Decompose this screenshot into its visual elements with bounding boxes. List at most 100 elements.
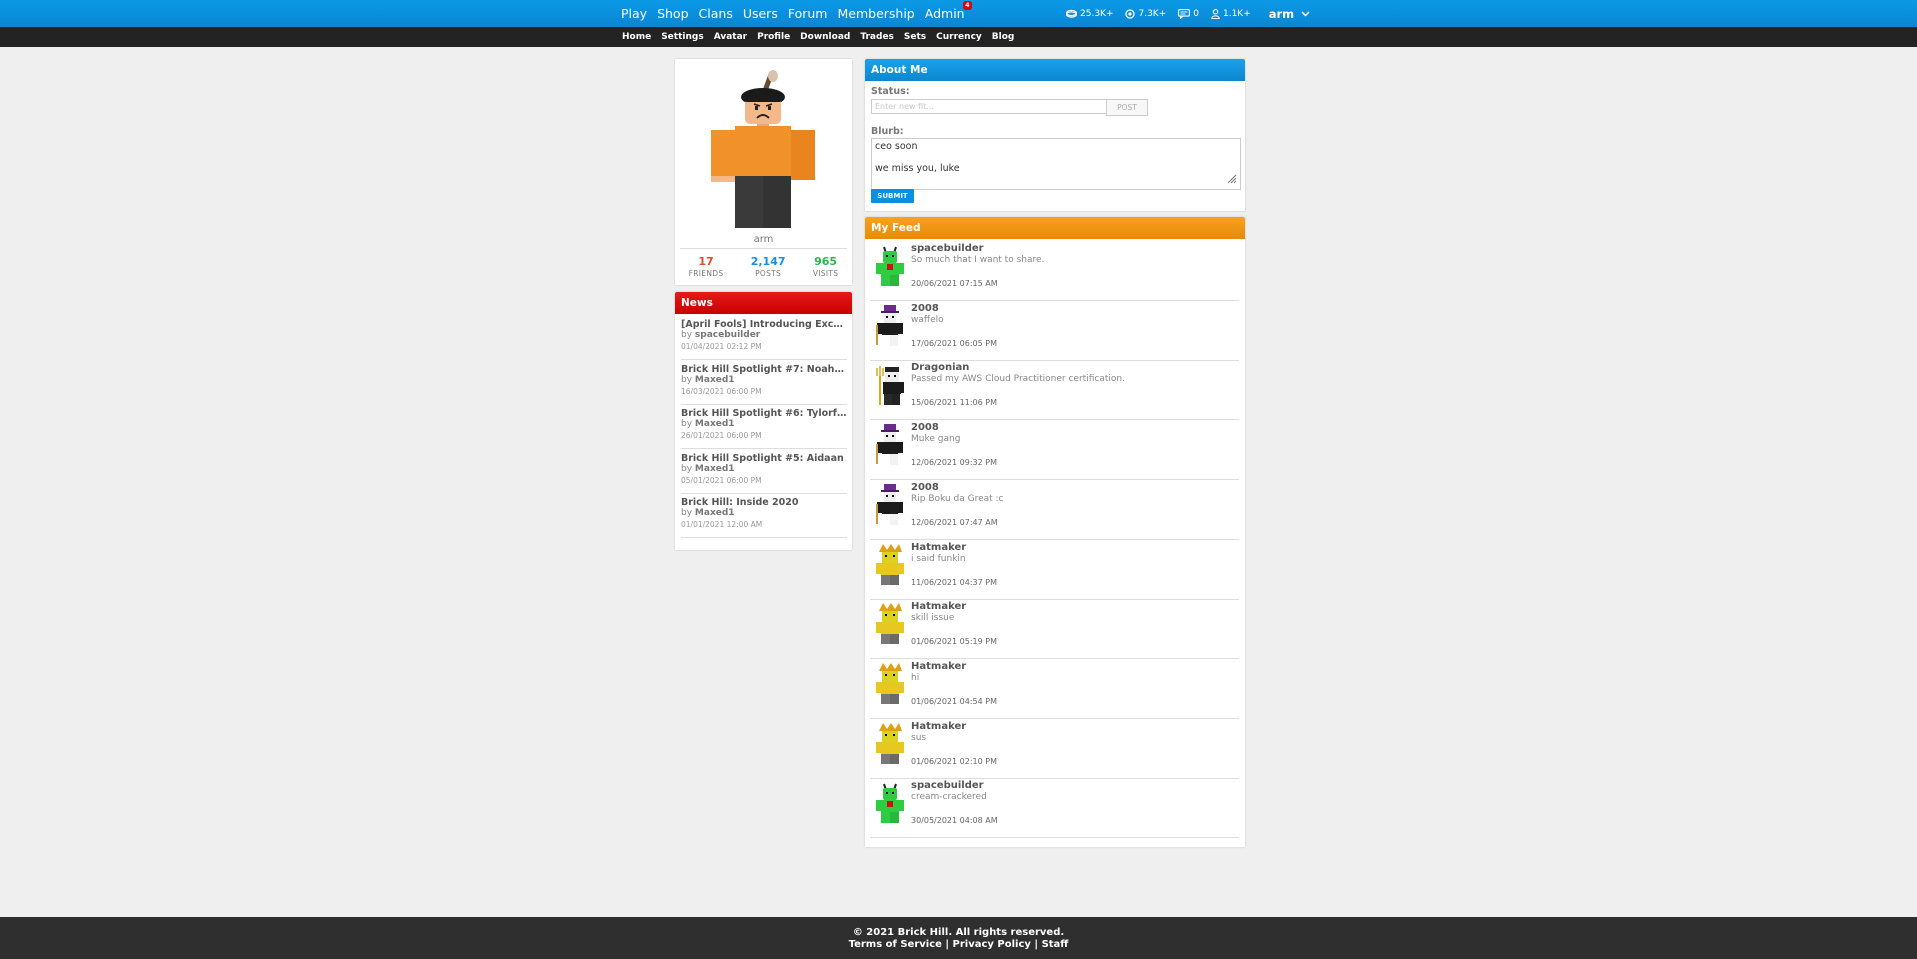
- feed-message: hi: [911, 672, 920, 683]
- posts-label: POSTS: [755, 269, 782, 278]
- feed-avatar[interactable]: [875, 483, 905, 526]
- terms-link[interactable]: Terms of Service: [849, 939, 942, 950]
- post-status-button[interactable]: POST: [1106, 99, 1148, 116]
- news-author[interactable]: Maxed1: [695, 419, 735, 429]
- feed-username[interactable]: Hatmaker: [911, 601, 966, 612]
- staff-link[interactable]: Staff: [1042, 939, 1069, 950]
- bits-count: 7.3K+: [1138, 8, 1167, 19]
- feed-date: 30/05/2021 04:08 AM: [911, 816, 998, 826]
- profile-stats: 17 FRIENDS 2,147 POSTS 965 VISITS: [675, 255, 852, 278]
- my-feed-header: My Feed: [865, 217, 1245, 239]
- status-input[interactable]: [871, 99, 1115, 114]
- news-item[interactable]: Brick Hill Spotlight #5: Aidaan by Maxed…: [681, 449, 847, 494]
- subnav-blog[interactable]: Blog: [992, 32, 1015, 42]
- friends-stat[interactable]: 17 FRIENDS: [689, 255, 724, 278]
- blurb-textarea[interactable]: ceo soon we miss you, luke: [871, 138, 1241, 190]
- profile-card: arm 17 FRIENDS 2,147 POSTS 965 VISITS: [675, 59, 852, 285]
- feed-username[interactable]: 2008: [911, 422, 939, 433]
- divider: [680, 248, 847, 249]
- feed-username[interactable]: Hatmaker: [911, 542, 966, 553]
- messages-stat[interactable]: 0: [1178, 9, 1199, 19]
- news-byline: by Maxed1: [681, 464, 847, 475]
- news-author[interactable]: Maxed1: [695, 464, 735, 474]
- resize-handle-icon[interactable]: [1225, 172, 1237, 184]
- footer-separator: |: [945, 939, 950, 950]
- visits-count: 965: [814, 255, 838, 268]
- about-me-header: About Me: [865, 59, 1245, 81]
- feed-username[interactable]: Dragonian: [911, 362, 969, 373]
- header-stats: 25.3K+ 7.3K+ 0 1.1K+ arm: [1066, 0, 1310, 27]
- bits-stat[interactable]: 7.3K+: [1125, 9, 1166, 19]
- subnav-home[interactable]: Home: [622, 32, 651, 42]
- nav-clans[interactable]: Clans: [699, 6, 733, 21]
- news-title[interactable]: [April Fools] Introducing Excellence: [681, 319, 847, 330]
- feed-item: Hatmaker hi 01/06/2021 04:54 PM: [870, 660, 1239, 719]
- sub-nav: Home Settings Avatar Profile Download Tr…: [622, 27, 1024, 47]
- feed-username[interactable]: spacebuilder: [911, 243, 984, 254]
- subnav-profile[interactable]: Profile: [757, 32, 790, 42]
- friend-requests-stat[interactable]: 1.1K+: [1211, 9, 1251, 19]
- subnav-currency[interactable]: Currency: [936, 32, 982, 42]
- friends-label: FRIENDS: [688, 269, 724, 278]
- friends-count: 17: [698, 255, 714, 268]
- feed-date: 15/06/2021 11:06 PM: [911, 398, 997, 408]
- profile-avatar[interactable]: [705, 64, 822, 234]
- feed-avatar[interactable]: [875, 662, 905, 705]
- nav-membership[interactable]: Membership: [837, 6, 914, 21]
- news-item[interactable]: Brick Hill Spotlight #7: Noah Co by Maxe…: [681, 360, 847, 405]
- news-title[interactable]: Brick Hill Spotlight #5: Aidaan: [681, 453, 847, 464]
- news-item[interactable]: Brick Hill: Inside 2020 by Maxed1 01/01/…: [681, 493, 847, 538]
- news-author[interactable]: Maxed1: [695, 508, 735, 518]
- my-feed-card: My Feed spacebuilder So much that I want …: [865, 217, 1245, 847]
- feed-date: 11/06/2021 04:37 PM: [911, 577, 997, 587]
- news-author[interactable]: Maxed1: [695, 375, 735, 385]
- feed-username[interactable]: spacebuilder: [911, 780, 984, 791]
- news-by-label: by: [681, 419, 693, 429]
- nav-play[interactable]: Play: [621, 6, 647, 21]
- about-me-card: About Me Status: POST Blurb: ceo soon we…: [865, 59, 1245, 211]
- feed-message: Muke gang: [911, 434, 961, 445]
- subnav-download[interactable]: Download: [800, 32, 850, 42]
- user-menu[interactable]: arm: [1269, 7, 1310, 21]
- news-title[interactable]: Brick Hill: Inside 2020: [681, 497, 847, 508]
- feed-date: 01/06/2021 04:54 PM: [911, 696, 997, 706]
- subnav-trades[interactable]: Trades: [860, 32, 894, 42]
- feed-avatar[interactable]: [875, 424, 905, 466]
- admin-notification-badge: 4: [963, 1, 972, 10]
- feed-avatar[interactable]: [875, 304, 905, 347]
- feed-avatar[interactable]: [875, 364, 905, 406]
- feed-avatar[interactable]: [875, 543, 905, 586]
- feed-username[interactable]: 2008: [911, 482, 939, 493]
- bucks-stat[interactable]: 25.3K+: [1066, 9, 1113, 19]
- news-item[interactable]: Brick Hill Spotlight #6: Tylorfoo by Max…: [681, 404, 847, 449]
- visits-label: VISITS: [812, 269, 839, 278]
- posts-stat[interactable]: 2,147 POSTS: [751, 255, 786, 278]
- subnav-settings[interactable]: Settings: [661, 32, 703, 42]
- privacy-link[interactable]: Privacy Policy: [953, 939, 1031, 950]
- feed-message: skill issue: [911, 613, 955, 624]
- nav-forum[interactable]: Forum: [788, 6, 828, 21]
- submit-blurb-button[interactable]: SUBMIT: [871, 189, 914, 203]
- nav-admin[interactable]: Admin 4: [925, 1, 972, 21]
- news-title[interactable]: Brick Hill Spotlight #7: Noah Co: [681, 364, 847, 375]
- news-title[interactable]: Brick Hill Spotlight #6: Tylorfoo: [681, 408, 847, 419]
- subnav-avatar[interactable]: Avatar: [714, 32, 747, 42]
- feed-item: spacebuilder cream-crackered 30/05/2021 04…: [870, 779, 1239, 839]
- feed-message: cream-crackered: [911, 792, 987, 803]
- feed-avatar[interactable]: [875, 245, 905, 287]
- nav-shop[interactable]: Shop: [657, 6, 688, 21]
- news-author[interactable]: spacebuilder: [695, 330, 760, 340]
- feed-message: waffelo: [911, 314, 944, 325]
- feed-username[interactable]: 2008: [911, 303, 939, 314]
- feed-avatar[interactable]: [875, 722, 905, 765]
- feed-avatar[interactable]: [875, 782, 905, 824]
- user-icon: [1211, 8, 1220, 19]
- messages-icon: [1178, 8, 1191, 19]
- news-item[interactable]: [April Fools] Introducing Excellence by …: [681, 315, 847, 360]
- feed-avatar[interactable]: [875, 603, 905, 645]
- feed-username[interactable]: Hatmaker: [911, 661, 966, 672]
- feed-username[interactable]: Hatmaker: [911, 721, 966, 732]
- nav-users[interactable]: Users: [743, 6, 778, 21]
- feed-item: 2008 Rip Boku da Great :c 12/06/2021 07:47…: [870, 481, 1239, 540]
- subnav-sets[interactable]: Sets: [904, 32, 926, 42]
